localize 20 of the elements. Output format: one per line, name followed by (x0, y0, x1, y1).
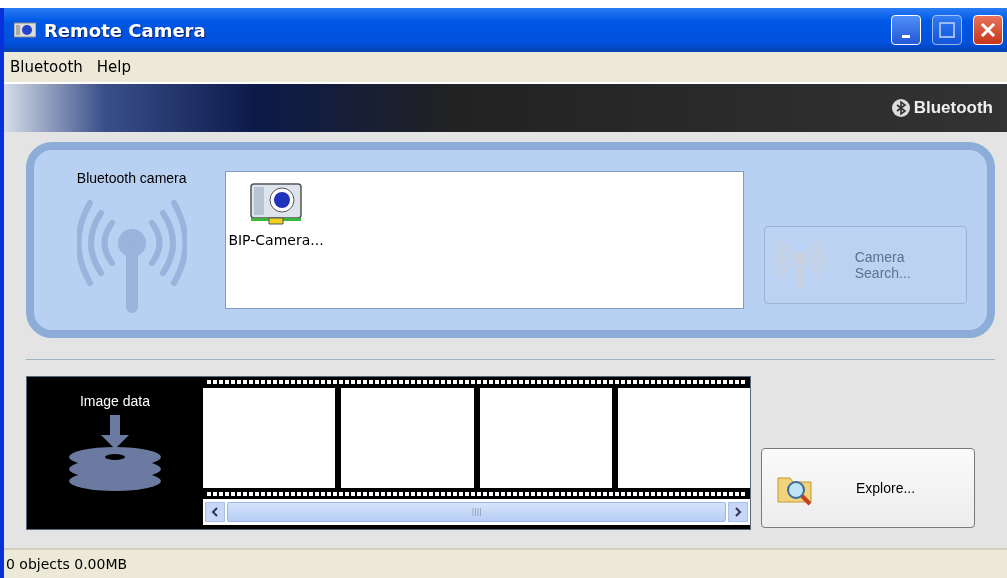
minimize-button[interactable] (891, 15, 921, 45)
scrollbar[interactable] (203, 499, 750, 525)
menu-item[interactable]: Help (96, 58, 132, 76)
panel-label: Image data (79, 393, 151, 409)
maximize-icon (939, 22, 955, 38)
bluetooth-icon (891, 99, 910, 117)
explore-button[interactable]: Explore... (761, 448, 975, 528)
window-title: Remote Camera (44, 19, 207, 41)
camera-icon (249, 182, 303, 226)
status-text: 0 objects 0.00MB (6, 556, 128, 572)
maximize-button[interactable] (932, 15, 962, 45)
camera-icon (14, 22, 36, 38)
grip-icon (471, 508, 482, 516)
close-button[interactable] (973, 15, 1003, 45)
brand-text: Bluetooth (913, 98, 993, 118)
panel-label: Bluetooth camera (76, 170, 187, 186)
minimize-icon (902, 34, 910, 38)
device-item[interactable]: BIP-Camera... (228, 182, 324, 248)
close-icon (980, 22, 996, 38)
menu-item[interactable]: Bluetooth (10, 58, 83, 76)
